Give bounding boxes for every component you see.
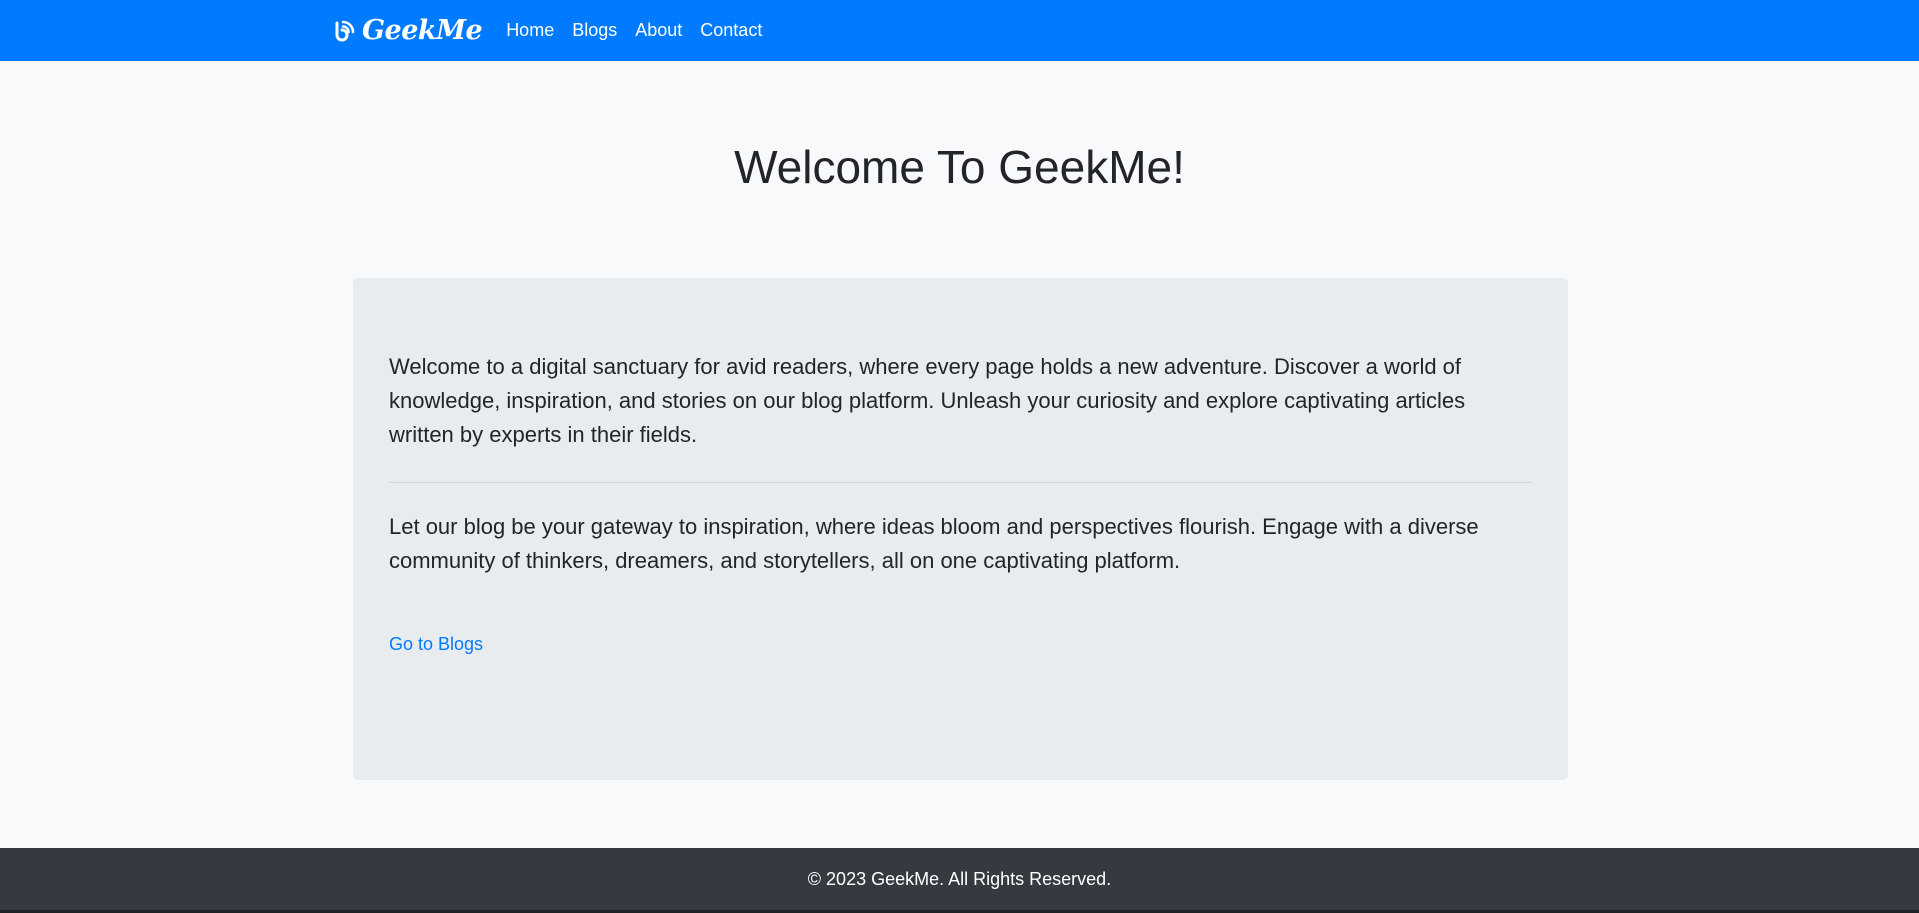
community-paragraph: Let our blog be your gateway to inspirat… bbox=[389, 514, 1479, 573]
page-title: Welcome To GeekMe! bbox=[734, 141, 1185, 193]
blog-rss-icon bbox=[334, 19, 356, 43]
footer: © 2023 GeekMe. All Rights Reserved. bbox=[0, 848, 1919, 913]
navbar-container: GeekMe Home Blogs About Contact bbox=[334, 0, 780, 61]
brand-logo-link[interactable]: GeekMe bbox=[334, 15, 483, 46]
nav-link-contact[interactable]: Contact bbox=[700, 20, 762, 41]
brand-name: GeekMe bbox=[362, 15, 483, 46]
nav-link-about[interactable]: About bbox=[635, 20, 682, 41]
intro-paragraph: Welcome to a digital sanctuary for avid … bbox=[389, 354, 1466, 447]
intro-panel: Welcome to a digital sanctuary for avid … bbox=[353, 278, 1568, 780]
go-to-blogs-link[interactable]: Go to Blogs bbox=[389, 634, 483, 655]
copyright-text: © 2023 GeekMe. All Rights Reserved. bbox=[807, 868, 1112, 889]
top-navbar: GeekMe Home Blogs About Contact bbox=[0, 0, 1919, 61]
nav-link-home[interactable]: Home bbox=[506, 20, 554, 41]
divider bbox=[389, 482, 1532, 483]
nav-link-blogs[interactable]: Blogs bbox=[572, 20, 617, 41]
